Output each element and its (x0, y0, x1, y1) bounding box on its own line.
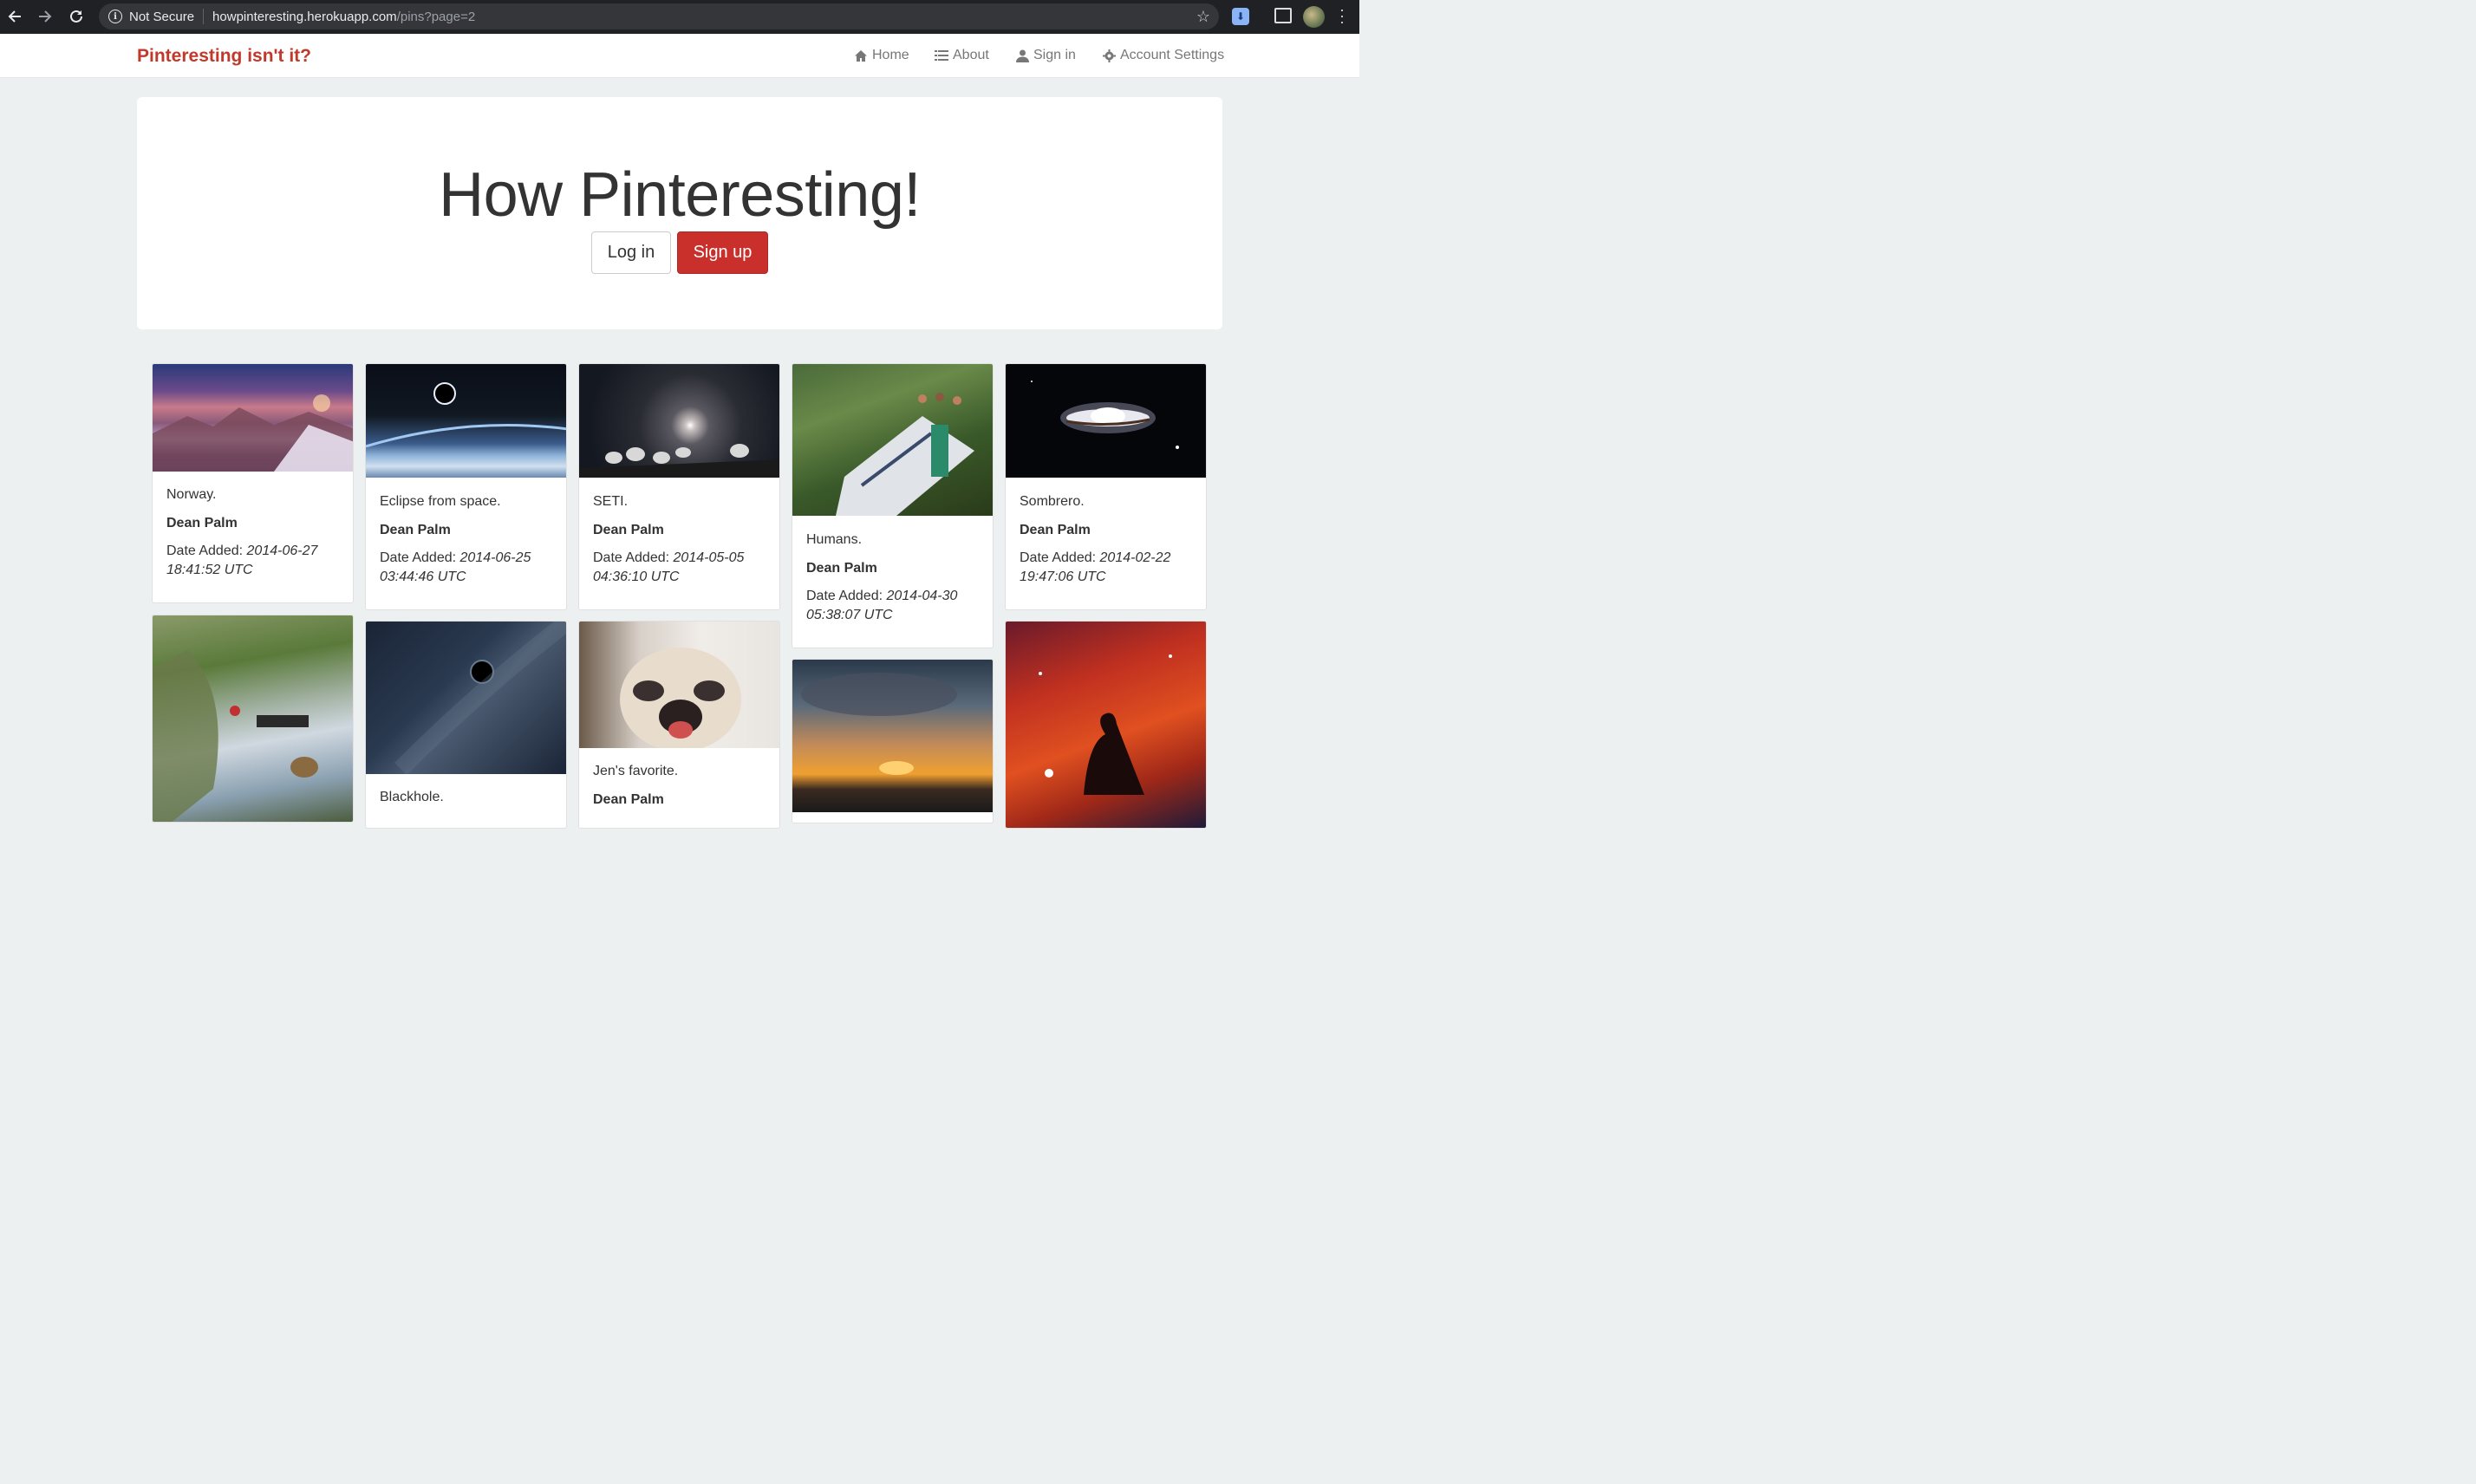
pin-card[interactable]: Eclipse from space. Dean Palm Date Added… (365, 363, 567, 610)
signup-button[interactable]: Sign up (677, 231, 768, 274)
pin-card[interactable]: Jen's favorite. Dean Palm (578, 621, 780, 829)
more-menu-icon[interactable]: · · · (1338, 2, 1346, 29)
nav-sign-in[interactable]: Sign in (1016, 48, 1076, 63)
pin-card[interactable]: Norway. Dean Palm Date Added: 2014-06-27… (152, 363, 354, 603)
pin-description: Blackhole. (380, 790, 444, 804)
pin-user: Dean Palm (593, 523, 664, 537)
security-label: Not Secure (129, 9, 195, 24)
nav-account-settings-label: Account Settings (1120, 48, 1225, 62)
pin-date: Date Added: 2014-05-05 04:36:10 UTC (593, 549, 775, 587)
pin-image[interactable] (1006, 622, 1206, 828)
nav-about[interactable]: About (935, 48, 989, 63)
profile-avatar[interactable] (1303, 6, 1325, 28)
pin-card[interactable]: SETI. Dean Palm Date Added: 2014-05-05 0… (578, 363, 780, 610)
pin-image[interactable] (579, 622, 779, 752)
hero-panel: How Pinteresting! Log in Sign up (137, 97, 1222, 329)
brand-link[interactable]: Pinteresting isn't it? (137, 46, 311, 67)
pin-description: Jen's favorite. (593, 764, 679, 778)
info-icon[interactable]: i (108, 10, 122, 23)
pin-user: Dean Palm (1020, 523, 1091, 537)
pin-user: Dean Palm (166, 516, 238, 530)
nav-home-label: Home (872, 48, 909, 62)
pin-image[interactable] (579, 364, 779, 478)
forward-arrow-icon[interactable] (36, 7, 55, 26)
user-icon (1016, 49, 1029, 62)
pin-description: Norway. (166, 487, 217, 502)
bookmark-star-icon[interactable]: ☆ (1196, 8, 1210, 26)
pin-image[interactable] (366, 622, 566, 776)
pin-date-label: Date Added: (593, 550, 670, 565)
nav-sign-in-label: Sign in (1033, 48, 1076, 62)
pin-date-label: Date Added: (1020, 550, 1097, 565)
pin-image[interactable] (153, 364, 353, 472)
pin-card[interactable] (152, 615, 354, 823)
pin-date-label: Date Added: (806, 589, 883, 603)
pin-image[interactable] (792, 660, 993, 812)
page-title: How Pinteresting! (439, 160, 921, 230)
pin-date-label: Date Added: (380, 550, 457, 565)
gear-icon (1103, 49, 1116, 62)
pin-user: Dean Palm (593, 792, 664, 807)
pin-image[interactable] (153, 615, 353, 822)
pin-image[interactable] (366, 364, 566, 478)
pin-user: Dean Palm (806, 561, 877, 576)
pin-description: SETI. (593, 494, 629, 509)
pin-image[interactable] (792, 364, 993, 516)
address-bar[interactable]: i Not Secure howpinteresting.herokuapp.c… (99, 3, 1219, 29)
url-path: /pins?page=2 (396, 9, 476, 24)
reload-icon[interactable] (67, 7, 86, 26)
cast-icon[interactable] (1274, 8, 1292, 23)
url-host: howpinteresting.herokuapp.com (212, 9, 397, 24)
list-icon (935, 49, 948, 62)
pin-card[interactable]: Blackhole. (365, 621, 567, 829)
pin-card[interactable] (1005, 621, 1207, 829)
pin-date: Date Added: 2014-06-27 18:41:52 UTC (166, 542, 349, 580)
browser-toolbar: i Not Secure howpinteresting.herokuapp.c… (0, 0, 1359, 34)
nav-account-settings[interactable]: Account Settings (1103, 48, 1224, 63)
pin-image[interactable] (1006, 364, 1206, 478)
back-arrow-icon[interactable] (5, 7, 24, 26)
extension-icon[interactable]: ⬇ (1232, 8, 1249, 25)
nav-about-label: About (953, 48, 989, 62)
pin-card[interactable]: Humans. Dean Palm Date Added: 2014-04-30… (792, 363, 994, 648)
pin-description: Eclipse from space. (380, 494, 501, 509)
pin-description: Humans. (806, 532, 863, 547)
nav-home[interactable]: Home (854, 48, 909, 63)
address-divider (203, 9, 205, 24)
pin-card[interactable] (792, 659, 994, 823)
pin-date: Date Added: 2014-04-30 05:38:07 UTC (806, 587, 988, 625)
pin-date-label: Date Added: (166, 543, 244, 558)
home-icon (854, 49, 868, 62)
site-navbar: Pinteresting isn't it? Home About Sign i… (0, 34, 1359, 78)
pin-card[interactable]: Sombrero. Dean Palm Date Added: 2014-02-… (1005, 363, 1207, 610)
pin-description: Sombrero. (1020, 494, 1085, 509)
login-button[interactable]: Log in (591, 231, 671, 274)
pin-user: Dean Palm (380, 523, 451, 537)
pin-date: Date Added: 2014-02-22 19:47:06 UTC (1020, 549, 1202, 587)
pin-date: Date Added: 2014-06-25 03:44:46 UTC (380, 549, 562, 587)
